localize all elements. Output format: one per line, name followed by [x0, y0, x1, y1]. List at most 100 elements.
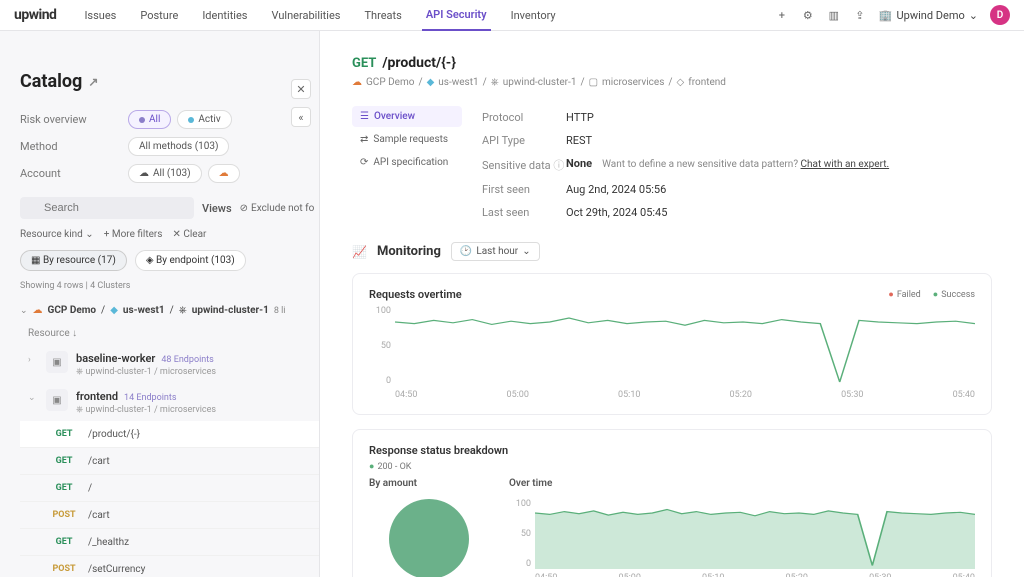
resource-endpoint-count: 48 Endpoints: [161, 355, 213, 365]
cluster-name: upwind-cluster-1: [192, 305, 269, 316]
detail-tab-overview[interactable]: ☰Overview: [352, 106, 462, 127]
resource-kind-dropdown[interactable]: Resource kind ⌄: [20, 229, 94, 240]
resource-row-frontend[interactable]: ⌄ ▣ frontend14 Endpoints ⎈ upwind-cluste…: [20, 383, 319, 421]
resource-name: frontend: [76, 390, 118, 403]
workload-icon: ▣: [46, 389, 68, 411]
chevron-right-icon: ›: [28, 351, 38, 365]
service-icon: ◇: [677, 77, 685, 88]
status-chart-card: Response status breakdown 200 - OK By am…: [352, 429, 992, 577]
endpoint-path: /_healthz: [88, 537, 129, 548]
method-pill[interactable]: All methods (103): [128, 137, 229, 156]
nav-api-security[interactable]: API Security: [422, 0, 491, 31]
nav-inventory[interactable]: Inventory: [507, 1, 560, 30]
gear-icon[interactable]: ⚙: [801, 8, 815, 22]
namespace-icon: ▢: [589, 77, 598, 88]
panel-icon[interactable]: ▥: [827, 8, 841, 22]
tab-by-endpoint[interactable]: ◈ By endpoint (103): [135, 250, 246, 271]
cloud-icon: ☁: [33, 305, 43, 316]
kv-protocol-key: Protocol: [482, 111, 566, 124]
nav-posture[interactable]: Posture: [136, 1, 182, 30]
risk-pill-active[interactable]: Activ: [177, 110, 231, 129]
chat-expert-link[interactable]: Chat with an expert.: [801, 159, 890, 170]
bc-namespace[interactable]: microservices: [602, 77, 664, 88]
nav-issues[interactable]: Issues: [80, 1, 120, 30]
clear-filters-button[interactable]: ✕ Clear: [172, 229, 206, 240]
y-axis: 100500: [509, 499, 531, 569]
search-input[interactable]: [20, 197, 194, 219]
resource-icon: ▦: [31, 255, 40, 266]
cluster-cloud: GCP Demo: [48, 305, 97, 316]
risk-filter-label: Risk overview: [20, 113, 128, 126]
method-badge: GET: [48, 536, 80, 548]
legend-failed: Failed: [888, 289, 920, 300]
resource-column-header[interactable]: Resource ↓: [20, 322, 319, 345]
kv-apitype-key: API Type: [482, 134, 566, 147]
kv-lastseen-val: Oct 29th, 2024 05:45: [566, 206, 667, 219]
risk-pill-all[interactable]: All: [128, 110, 171, 129]
cluster-row[interactable]: ⌄ ☁GCP Demo/ ◆us-west1/ ⎈upwind-cluster-…: [20, 299, 319, 322]
endpoint-path: /: [88, 483, 92, 494]
resource-row-baseline-worker[interactable]: › ▣ baseline-worker48 Endpoints ⎈ upwind…: [20, 345, 319, 383]
rows-count-info: Showing 4 rows | 4 Clusters: [20, 281, 319, 291]
over-time-label: Over time: [509, 478, 975, 489]
method-badge: GET: [48, 428, 80, 440]
endpoint-row[interactable]: GET/cart: [20, 448, 319, 475]
avatar[interactable]: D: [990, 5, 1010, 25]
collapse-panel-button[interactable]: «: [291, 107, 311, 127]
spec-icon: ⟳: [360, 157, 368, 168]
tab-by-resource[interactable]: ▦ By resource (17): [20, 250, 127, 271]
workload-icon: ▣: [46, 351, 68, 373]
plus-icon[interactable]: +: [775, 8, 789, 22]
status-chart-title: Response status breakdown: [369, 444, 975, 457]
nav-vulnerabilities[interactable]: Vulnerabilities: [267, 1, 344, 30]
org-selector[interactable]: 🏢Upwind Demo⌄: [879, 9, 978, 22]
requests-chart-card: Requests overtime FailedSuccess 100500 0…: [352, 273, 992, 415]
method-badge: GET: [48, 455, 80, 467]
endpoint-row[interactable]: GET /: [20, 475, 319, 502]
kv-firstseen-key: First seen: [482, 183, 566, 196]
method-badge: POST: [48, 509, 80, 521]
bc-region[interactable]: us-west1: [438, 77, 478, 88]
detail-tab-sample-requests[interactable]: ⇄Sample requests: [352, 129, 462, 150]
cloud-icon: ☁: [219, 168, 229, 179]
run-icon[interactable]: ⇪: [853, 8, 867, 22]
endpoint-row[interactable]: POST/setCurrency: [20, 556, 319, 577]
chevron-down-icon: ⌄: [20, 306, 28, 316]
kv-sensitive-key: Sensitive data ⓘ: [482, 157, 566, 173]
endpoint-row[interactable]: GET /_healthz: [20, 529, 319, 556]
chevron-down-icon: ⌄: [969, 9, 978, 22]
catalog-title: Catalog↗: [20, 71, 319, 92]
x-axis: 04:5005:0005:1005:2005:3005:40: [395, 390, 975, 400]
brand-logo: upwind: [14, 7, 56, 23]
legend-200: 200 - OK: [369, 461, 411, 472]
endpoint-path: /setCurrency: [88, 564, 145, 575]
endpoint-row[interactable]: POST/cart: [20, 502, 319, 529]
detail-tab-api-spec[interactable]: ⟳API specification: [352, 152, 462, 173]
status-pie-chart: [389, 499, 469, 577]
org-label: Upwind Demo: [897, 9, 965, 22]
method-badge: GET: [48, 482, 80, 494]
exclude-toggle[interactable]: ⊘Exclude not fo: [240, 203, 315, 214]
region-icon: ◆: [427, 77, 435, 88]
account-pill-more[interactable]: ☁: [208, 164, 240, 183]
endpoint-row[interactable]: GET/product/{-}: [20, 421, 319, 448]
time-range-dropdown[interactable]: 🕑Last hour⌄: [451, 242, 540, 261]
kv-sensitive-val: NoneWant to define a new sensitive data …: [566, 157, 889, 173]
account-filter-label: Account: [20, 167, 128, 180]
external-link-icon[interactable]: ↗: [88, 75, 98, 89]
nav-identities[interactable]: Identities: [198, 1, 251, 30]
account-pill[interactable]: ☁All (103): [128, 164, 202, 183]
catalog-panel: ✕ « Catalog↗ Risk overview All Activ Met…: [0, 31, 320, 577]
bc-cluster[interactable]: upwind-cluster-1: [503, 77, 577, 88]
bc-cloud[interactable]: GCP Demo: [366, 77, 414, 88]
kv-firstseen-val: Aug 2nd, 2024 05:56: [566, 183, 666, 196]
chevron-down-icon: ⌄: [522, 246, 530, 257]
cluster-region: us-west1: [123, 305, 165, 316]
bc-service[interactable]: frontend: [688, 77, 726, 88]
close-panel-button[interactable]: ✕: [291, 79, 311, 99]
info-icon[interactable]: ⓘ: [553, 159, 564, 172]
kv-apitype-val: REST: [566, 134, 592, 147]
more-filters-button[interactable]: + More filters: [104, 229, 163, 240]
nav-threats[interactable]: Threats: [360, 1, 405, 30]
cloud-icon: ☁: [352, 77, 362, 88]
